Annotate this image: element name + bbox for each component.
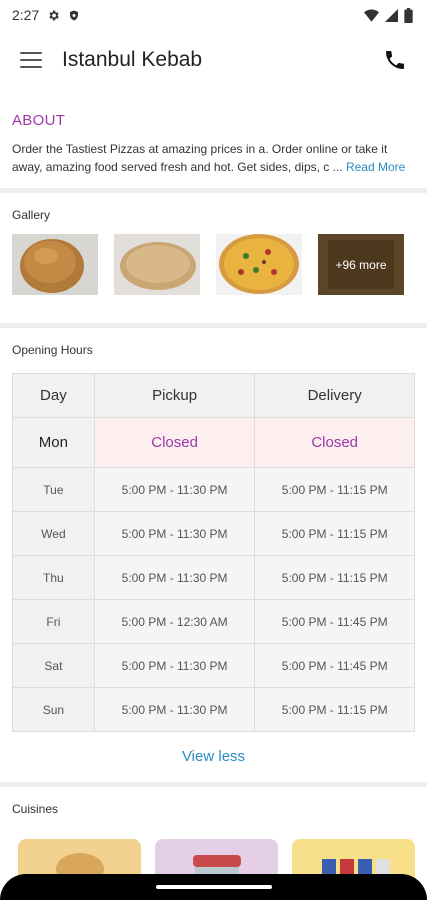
hamburger-menu-icon[interactable] — [20, 52, 42, 68]
table-header-row: Day Pickup Delivery — [12, 373, 415, 418]
table-row: Sun 5:00 PM - 11:30 PM 5:00 PM - 11:15 P… — [12, 687, 415, 732]
pickup-cell: 5:00 PM - 11:30 PM — [93, 643, 256, 688]
header-delivery: Delivery — [254, 373, 415, 418]
delivery-cell: 5:00 PM - 11:15 PM — [254, 555, 415, 600]
day-cell: Mon — [12, 417, 95, 468]
settings-icon — [49, 10, 59, 20]
delivery-cell: Closed — [254, 417, 415, 468]
opening-hours-label: Opening Hours — [12, 343, 93, 357]
table-row: Thu 5:00 PM - 11:30 PM 5:00 PM - 11:15 P… — [12, 555, 415, 600]
opening-hours-section: Opening Hours Day Pickup Delivery Mon Cl… — [0, 328, 427, 782]
about-text: Order the Tastiest Pizzas at amazing pri… — [12, 140, 415, 176]
shield-icon — [70, 10, 79, 20]
more-images-label: +96 more — [318, 234, 404, 295]
pickup-cell: 5:00 PM - 12:30 AM — [93, 599, 256, 644]
table-row: Sat 5:00 PM - 11:30 PM 5:00 PM - 11:45 P… — [12, 643, 415, 688]
day-cell: Sun — [12, 687, 95, 732]
app-bar: Istanbul Kebab — [0, 30, 427, 90]
battery-icon — [404, 7, 413, 23]
about-section: ABOUT Order the Tastiest Pizzas at amazi… — [0, 90, 427, 176]
table-row: Wed 5:00 PM - 11:30 PM 5:00 PM - 11:15 P… — [12, 511, 415, 556]
delivery-cell: 5:00 PM - 11:15 PM — [254, 687, 415, 732]
day-cell: Tue — [12, 467, 95, 512]
pickup-cell: 5:00 PM - 11:30 PM — [93, 687, 256, 732]
gallery-section: Gallery +96 more — [0, 193, 427, 323]
phone-icon[interactable] — [383, 48, 407, 72]
read-more-link[interactable]: Read More — [346, 160, 405, 174]
navigation-bar — [0, 874, 427, 900]
table-row: Fri 5:00 PM - 12:30 AM 5:00 PM - 11:45 P… — [12, 599, 415, 644]
gallery-more-images[interactable]: +96 more — [318, 234, 404, 295]
gallery-image-flatbread[interactable] — [114, 234, 200, 295]
signal-icon — [385, 8, 398, 22]
pickup-cell: 5:00 PM - 11:30 PM — [93, 467, 256, 512]
delivery-cell: 5:00 PM - 11:15 PM — [254, 467, 415, 512]
day-cell: Wed — [12, 511, 95, 556]
delivery-cell: 5:00 PM - 11:15 PM — [254, 511, 415, 556]
gallery-image-pizza[interactable] — [216, 234, 302, 295]
day-cell: Fri — [12, 599, 95, 644]
header-pickup: Pickup — [93, 373, 256, 418]
status-time: 2:27 — [12, 7, 40, 23]
day-cell: Thu — [12, 555, 95, 600]
home-handle[interactable] — [155, 885, 272, 889]
header-day: Day — [12, 373, 95, 418]
restaurant-title: Istanbul Kebab — [62, 48, 203, 71]
opening-hours-table: Day Pickup Delivery Mon Closed Closed Tu… — [12, 373, 415, 732]
wifi-icon — [364, 9, 379, 22]
delivery-cell: 5:00 PM - 11:45 PM — [254, 599, 415, 644]
delivery-cell: 5:00 PM - 11:45 PM — [254, 643, 415, 688]
pickup-cell: 5:00 PM - 11:30 PM — [93, 511, 256, 556]
view-less-link[interactable]: View less — [0, 732, 427, 782]
about-description: Order the Tastiest Pizzas at amazing pri… — [12, 142, 388, 174]
status-bar: 2:27 — [0, 0, 427, 30]
table-row: Tue 5:00 PM - 11:30 PM 5:00 PM - 11:15 P… — [12, 467, 415, 512]
pickup-cell: Closed — [93, 417, 256, 468]
about-heading: ABOUT — [12, 112, 66, 129]
gallery-label: Gallery — [12, 208, 51, 222]
cuisines-label: Cuisines — [12, 802, 59, 816]
table-row-today: Mon Closed Closed — [12, 417, 415, 468]
gallery-image-bun[interactable] — [12, 234, 98, 295]
pickup-cell: 5:00 PM - 11:30 PM — [93, 555, 256, 600]
gallery-row: +96 more — [0, 222, 427, 295]
day-cell: Sat — [12, 643, 95, 688]
